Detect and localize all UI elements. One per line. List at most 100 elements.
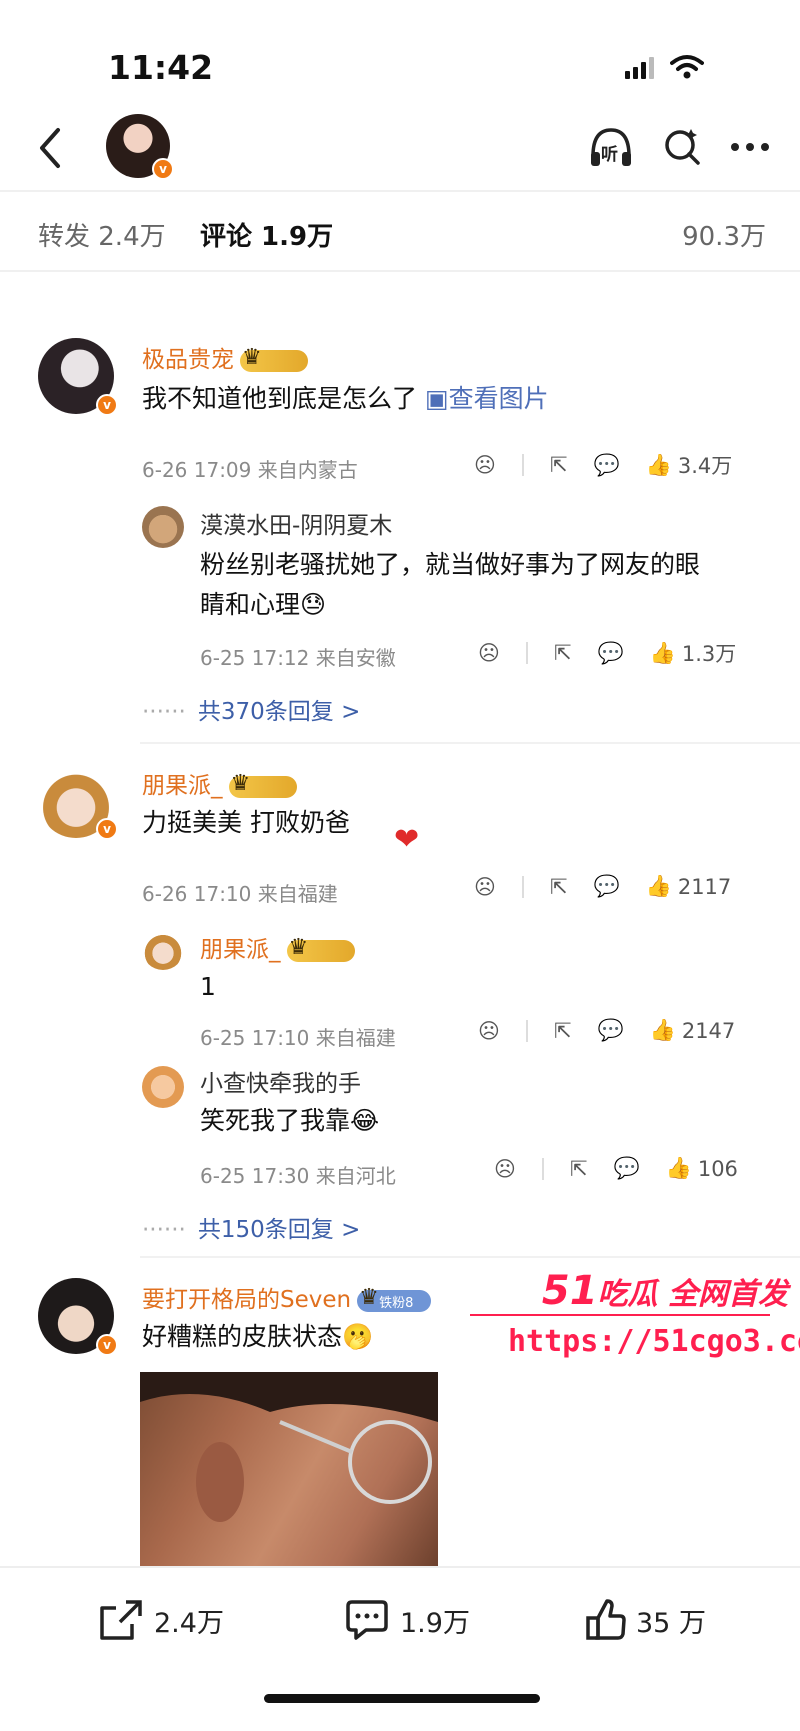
fan-badge-label: 铁粉8 xyxy=(379,1295,414,1311)
more-replies-link[interactable]: ······ 共150条回复 > xyxy=(142,1210,360,1244)
comment-button[interactable]: 1.9万 xyxy=(344,1598,470,1642)
like-button[interactable]: 👍 106 xyxy=(666,1156,738,1181)
reply-username[interactable]: 朋果派_ xyxy=(200,930,355,964)
comment-image[interactable] xyxy=(140,1372,438,1570)
verified-badge-icon: v xyxy=(96,1334,118,1356)
listen-label: 听 xyxy=(601,145,618,165)
comment-username[interactable]: 极品贵宠 xyxy=(142,340,308,374)
avatar[interactable] xyxy=(142,928,184,970)
author-avatar[interactable]: v xyxy=(106,114,174,180)
comment-meta: 6-26 17:09 来自内蒙古 xyxy=(142,458,358,482)
share-icon[interactable]: ⇱ xyxy=(554,641,572,665)
view-image-link[interactable]: ▣查看图片 xyxy=(425,384,549,413)
like-count: 3.4万 xyxy=(677,454,733,478)
comment-username[interactable]: 朋果派_ xyxy=(142,766,297,800)
divider xyxy=(525,1019,528,1042)
like-count: 35 万 xyxy=(636,1607,706,1639)
repost-count: 2.4万 xyxy=(154,1607,224,1639)
comment-icon xyxy=(346,1600,388,1640)
wifi-icon xyxy=(670,55,704,79)
reply-meta: 6-25 17:30 来自河北 xyxy=(200,1164,396,1188)
reply-text: 笑死我了我靠😂 xyxy=(200,1106,380,1135)
divider xyxy=(521,875,524,898)
share-icon[interactable]: ⇱ xyxy=(570,1157,588,1181)
comment-username[interactable]: 要打开格局的Seven 铁粉8 xyxy=(142,1280,432,1314)
more-replies-label: 共370条回复 > xyxy=(197,699,361,725)
reply-icon[interactable]: 💬 xyxy=(594,453,620,478)
comment-body: 我不知道他到底是怎么了 xyxy=(142,384,418,413)
reply-username[interactable]: 小查快牵我的手 xyxy=(200,1064,361,1098)
reply-actions: ☹ ⇱ 💬 👍 2147 xyxy=(478,1018,735,1043)
dislike-icon[interactable]: ☹ xyxy=(474,453,496,477)
like-button[interactable]: 35 万 xyxy=(584,1598,706,1642)
watermark-brand: 51吃瓜 全网首发 xyxy=(542,1268,788,1314)
share-icon[interactable]: ⇱ xyxy=(550,875,568,899)
verified-badge-icon: v xyxy=(96,818,118,840)
username-text: 极品贵宠 xyxy=(142,347,234,373)
listen-button[interactable]: 听 xyxy=(588,126,634,168)
tab-likes[interactable]: 90.3万 xyxy=(682,216,766,253)
reply-icon[interactable]: 💬 xyxy=(598,1018,624,1043)
reply-icon[interactable]: 💬 xyxy=(614,1156,640,1181)
crown-icon xyxy=(240,345,308,372)
like-button[interactable]: 👍 2117 xyxy=(646,874,732,899)
divider xyxy=(525,642,528,664)
like-count: 2117 xyxy=(677,874,732,899)
ellipsis-icon: ······ xyxy=(142,699,186,725)
reply-icon[interactable]: 💬 xyxy=(598,641,624,666)
tab-reposts[interactable]: 转发 2.4万 xyxy=(38,216,166,253)
avatar[interactable]: v xyxy=(38,1278,118,1356)
dislike-icon[interactable]: ☹ xyxy=(494,1157,516,1181)
share-icon[interactable]: ⇱ xyxy=(550,453,568,477)
dislike-icon[interactable]: ☹ xyxy=(478,1019,500,1043)
dislike-icon[interactable]: ☹ xyxy=(478,641,500,665)
comment-count: 1.9万 xyxy=(400,1607,470,1639)
home-indicator[interactable] xyxy=(264,1694,540,1703)
tab-comments[interactable]: 评论 1.9万 xyxy=(200,216,333,253)
crown-icon xyxy=(286,935,355,962)
like-count: 1.3万 xyxy=(681,642,737,666)
reply-text: 1 xyxy=(200,972,216,1001)
crown-icon xyxy=(228,771,297,798)
share-icon[interactable]: ⇱ xyxy=(554,1019,572,1043)
more-replies-link[interactable]: ······ 共370条回复 > xyxy=(142,692,360,726)
reply-meta: 6-25 17:10 来自福建 xyxy=(200,1026,396,1050)
comment-text: 力挺美美 打败奶爸 xyxy=(142,808,350,837)
comment-actions: ☹ ⇱ 💬 👍 3.4万 xyxy=(474,450,732,480)
avatar[interactable]: v xyxy=(38,762,118,840)
nav-actions: 听 xyxy=(588,126,770,168)
avatar[interactable] xyxy=(142,506,184,548)
thumbs-up-icon: 👍 xyxy=(645,452,672,477)
reply-icon[interactable]: 💬 xyxy=(594,874,620,899)
status-icons xyxy=(625,54,704,80)
reply-username[interactable]: 漠漠水田-阴阴夏木 xyxy=(200,506,392,540)
search-icon[interactable] xyxy=(662,127,702,167)
divider xyxy=(140,742,800,744)
like-button[interactable]: 👍 1.3万 xyxy=(650,638,737,668)
watermark-number: 51 xyxy=(541,1268,598,1314)
avatar[interactable]: v xyxy=(38,338,118,416)
reply-actions: ☹ ⇱ 💬 👍 1.3万 xyxy=(478,638,736,668)
username-text: 朋果派_ xyxy=(200,937,281,963)
verified-badge-icon: v xyxy=(96,394,118,416)
like-button[interactable]: 👍 3.4万 xyxy=(646,450,733,480)
thumbs-up-icon xyxy=(586,1599,626,1640)
divider xyxy=(541,1157,544,1180)
dislike-icon[interactable]: ☹ xyxy=(474,875,496,899)
thumbs-up-icon: 👍 xyxy=(665,1156,692,1180)
avatar[interactable] xyxy=(142,1066,184,1108)
watermark-underline xyxy=(470,1314,770,1316)
verified-badge-icon: v xyxy=(152,158,174,180)
back-arrow-icon[interactable] xyxy=(32,124,72,172)
bottom-action-bar: 2.4万 1.9万 35 万 xyxy=(0,1566,800,1731)
stats-tabs: 转发 2.4万 评论 1.9万 90.3万 xyxy=(0,190,800,272)
watermark-text: 吃瓜 全网首发 xyxy=(597,1277,788,1312)
repost-button[interactable]: 2.4万 xyxy=(98,1598,224,1642)
like-button[interactable]: 👍 2147 xyxy=(650,1018,736,1043)
like-count: 2147 xyxy=(681,1018,736,1043)
username-text: 朋果派_ xyxy=(142,773,223,799)
watermark-url: https://51cgo3.com xyxy=(508,1324,800,1359)
comment-text: 我不知道他到底是怎么了 ▣查看图片 xyxy=(142,380,549,418)
username-text: 要打开格局的Seven xyxy=(142,1287,352,1313)
more-options-icon[interactable] xyxy=(730,142,770,152)
